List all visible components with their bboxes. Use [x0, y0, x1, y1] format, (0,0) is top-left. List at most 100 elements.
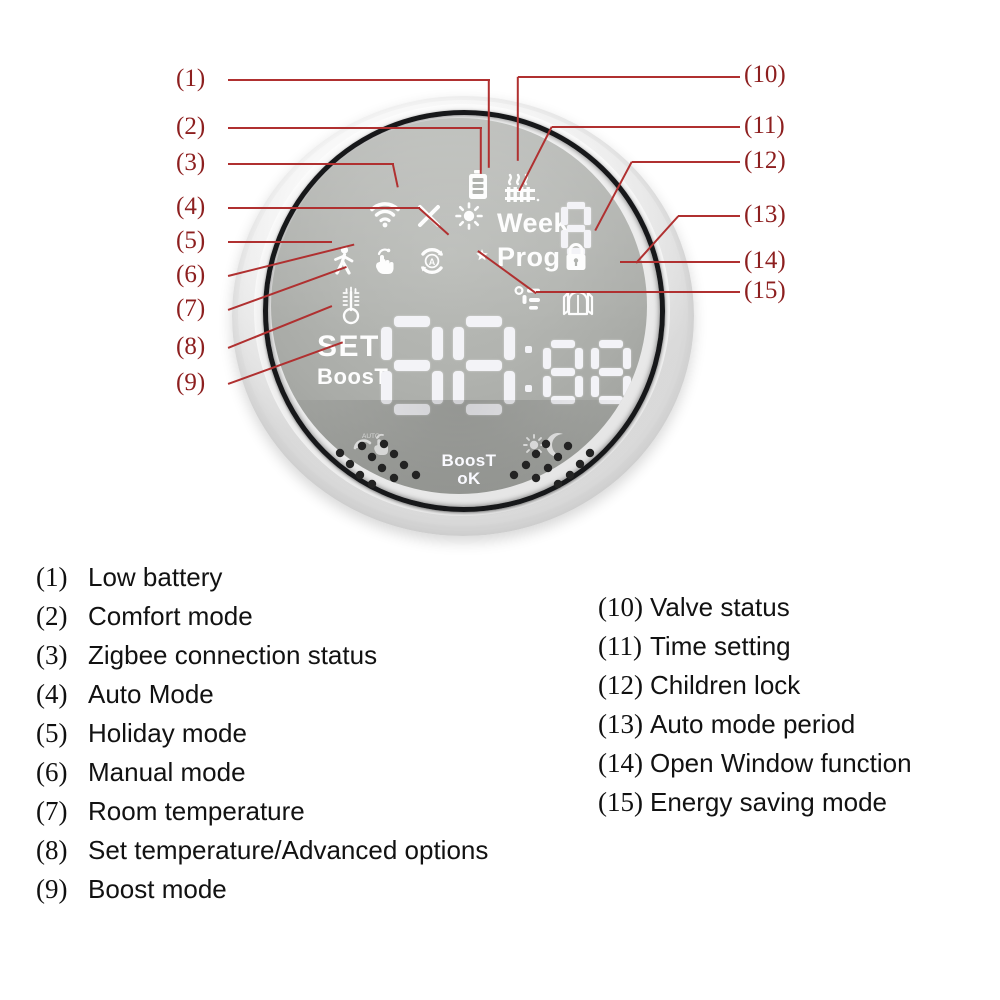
legend-item: (15) Energy saving mode	[598, 787, 912, 817]
leader-line-1	[228, 79, 490, 81]
legend-number: (6)	[36, 757, 68, 787]
legend-number: (11)	[598, 631, 642, 661]
thermometer-room-temp-icon	[337, 286, 365, 326]
callout-12: (12)	[744, 147, 786, 174]
leader-line-2	[228, 127, 482, 129]
legend-number: (9)	[36, 874, 68, 904]
prog-label: Prog	[497, 242, 561, 272]
legend-number: (10)	[598, 592, 643, 622]
leader-line-10	[518, 76, 740, 78]
legend-text: Valve status	[650, 592, 790, 622]
legend-item: (6) Manual mode	[36, 757, 488, 787]
legend-text: Auto Mode	[88, 679, 214, 709]
legend-text: Manual mode	[88, 757, 246, 787]
legend-number: (14)	[598, 748, 643, 778]
leader-line-15	[536, 291, 740, 293]
legend-number: (15)	[598, 787, 643, 817]
time-digit-2	[591, 340, 631, 404]
legend-number: (4)	[36, 679, 68, 709]
legend-item: (2) Comfort mode	[36, 601, 488, 631]
callout-5: (5)	[176, 227, 206, 254]
legend-item: (1) Low battery	[36, 562, 488, 592]
callout-11: (11)	[744, 112, 785, 139]
legend-text: Zigbee connection status	[88, 640, 378, 670]
time-colon	[525, 346, 534, 392]
legend-text: Energy saving mode	[650, 787, 888, 817]
callout-9: (9)	[176, 369, 206, 396]
time-digit-1	[543, 340, 583, 404]
callout-13: (13)	[744, 201, 786, 228]
legend-text: Open Window function	[650, 748, 912, 778]
padlock-children-lock-icon	[563, 242, 589, 272]
callout-4: (4)	[176, 193, 206, 220]
temperature-digit-2	[453, 316, 515, 415]
callout-14: (14)	[744, 247, 786, 274]
temperature-digit-1	[381, 316, 443, 415]
leader-line-12	[632, 161, 740, 163]
leader-line-2b	[480, 127, 482, 174]
legend-number: (7)	[36, 796, 68, 826]
leader-line-14	[620, 261, 740, 263]
legend-text: Comfort mode	[88, 601, 253, 631]
sun-comfort-icon	[455, 202, 483, 230]
speaker-grille-left	[335, 439, 421, 489]
radiator-heat-icon	[503, 172, 543, 204]
legend-item: (8) Set temperature/Advanced options	[36, 835, 488, 865]
legend-item: (5) Holiday mode	[36, 718, 488, 748]
legend-text: Holiday mode	[88, 718, 247, 748]
ok-button-label: oK	[457, 469, 481, 488]
legend-item: (10) Valve status	[598, 592, 912, 622]
leader-line-13	[678, 215, 740, 217]
leader-line-1b	[488, 79, 490, 168]
auto-a-circle-icon: A	[417, 246, 447, 276]
legend-number: (12)	[598, 670, 643, 700]
diagram-canvas: Week Prog A SET BoosT AUTO BoosT oK (1) …	[0, 0, 1000, 1000]
legend-item: (3) Zigbee connection status	[36, 640, 488, 670]
legend-number: (2)	[36, 601, 68, 631]
legend-text: Time setting	[650, 631, 791, 661]
boost-label: BoosT	[317, 364, 389, 389]
legend-item: (11) Time setting	[598, 631, 912, 661]
legend-number: (5)	[36, 718, 68, 748]
callout-15: (15)	[744, 277, 786, 304]
boost-ok-button[interactable]: BoosT oK	[434, 452, 504, 487]
legend-item: (13) Auto mode period	[598, 709, 912, 739]
boost-button-label: BoosT	[441, 451, 497, 470]
legend-item: (14) Open Window function	[598, 748, 912, 778]
legend-text: Set temperature/Advanced options	[88, 835, 489, 865]
speaker-grille-right	[509, 439, 595, 489]
leader-line-3	[228, 163, 394, 165]
leader-line-4	[228, 207, 420, 209]
moon-star-eco-icon	[461, 245, 493, 277]
callout-10: (10)	[744, 61, 786, 88]
hand-manual-icon	[371, 248, 399, 278]
callout-8: (8)	[176, 333, 206, 360]
svg-text:A: A	[429, 257, 436, 267]
legend-text: Children lock	[650, 670, 801, 700]
legend-right-column: (10) Valve status (11) Time setting (12)…	[598, 592, 912, 826]
week-label: Week	[497, 208, 570, 238]
legend-left-column: (1) Low battery (2) Comfort mode (3) Zig…	[36, 562, 488, 913]
legend-text: Room temperature	[88, 796, 305, 826]
callout-2: (2)	[176, 113, 206, 140]
legend-number: (3)	[36, 640, 68, 670]
battery-low-icon	[467, 170, 489, 200]
legend-text: Low battery	[88, 562, 223, 592]
leader-line-11	[552, 126, 740, 128]
callout-7: (7)	[176, 295, 206, 322]
zigbee-signal-icon	[370, 202, 400, 228]
leader-line-5	[228, 241, 332, 243]
legend-item: (4) Auto Mode	[36, 679, 488, 709]
legend-item: (12) Children lock	[598, 670, 912, 700]
legend-text: Auto mode period	[650, 709, 856, 739]
legend-number: (1)	[36, 562, 68, 592]
legend-item: (7) Room temperature	[36, 796, 488, 826]
legend-item: (9) Boost mode	[36, 874, 488, 904]
leader-line-10b	[517, 76, 519, 161]
legend-number: (8)	[36, 835, 68, 865]
callout-3: (3)	[176, 149, 206, 176]
legend-text: Boost mode	[88, 874, 227, 904]
callout-1: (1)	[176, 65, 206, 92]
callout-6: (6)	[176, 261, 206, 288]
legend-number: (13)	[598, 709, 643, 739]
